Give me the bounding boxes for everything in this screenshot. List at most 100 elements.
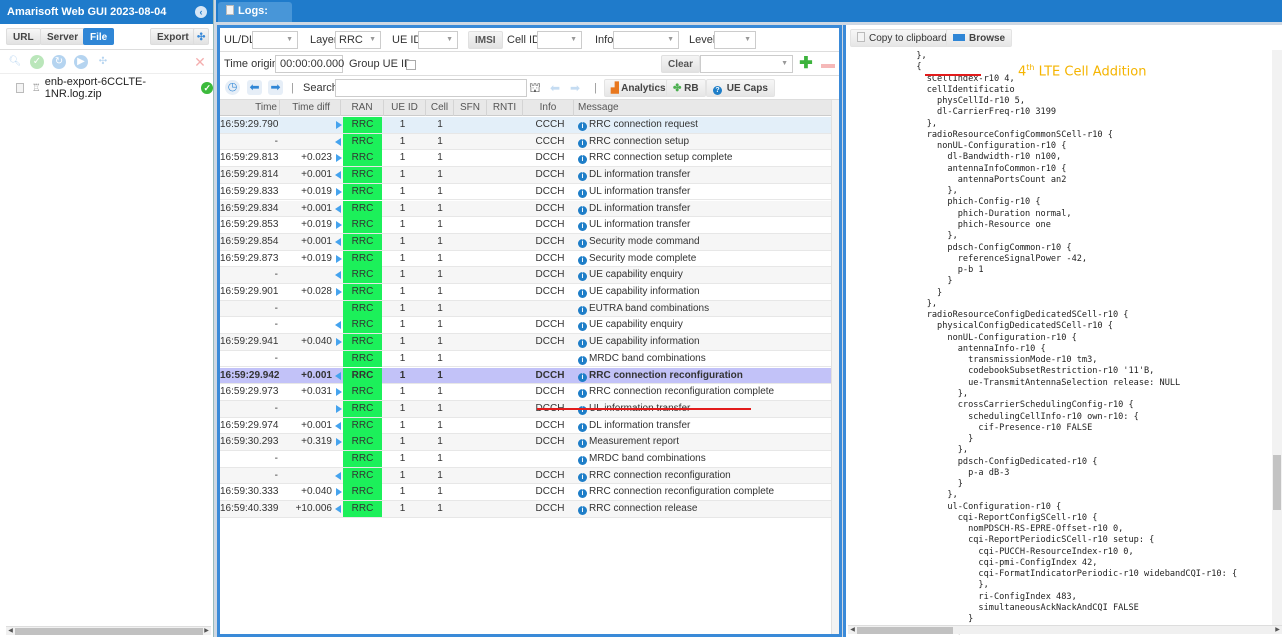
scroll-left-icon[interactable]: ◀ bbox=[848, 626, 857, 635]
info-icon[interactable]: i bbox=[578, 205, 587, 215]
table-row[interactable]: 16:59:29.833 +0.019 RRC 1 1 DCCH i UL informati… bbox=[220, 183, 831, 201]
export-button[interactable]: Export bbox=[150, 28, 196, 45]
check-icon[interactable]: ✓ bbox=[30, 55, 44, 69]
time-origin-input[interactable]: 00:00:00.000 bbox=[275, 55, 344, 73]
scroll-right-icon[interactable]: ▶ bbox=[1273, 626, 1282, 635]
uldl-select[interactable]: ▼ bbox=[252, 31, 298, 49]
table-row[interactable]: 16:59:29.873 +0.019 RRC 1 1 DCCH i Security mod… bbox=[220, 250, 831, 268]
info-icon[interactable]: i bbox=[578, 322, 587, 332]
next-arrow-icon[interactable]: ➡ bbox=[268, 80, 283, 95]
table-row[interactable]: - RRC 1 1 DCCH i UE capability enquiry bbox=[220, 317, 831, 335]
col-info[interactable]: Info bbox=[523, 100, 574, 116]
link-icon[interactable]: ✣ bbox=[96, 55, 110, 69]
file-button[interactable]: File bbox=[83, 28, 115, 45]
scroll-left-icon[interactable]: ◀ bbox=[6, 627, 15, 636]
col-time[interactable]: Time bbox=[220, 100, 280, 116]
info-icon[interactable]: i bbox=[578, 305, 587, 315]
level-select[interactable]: ▼ bbox=[714, 31, 756, 49]
table-row[interactable]: - RRC 1 1 i MRDC band combinations bbox=[220, 350, 831, 368]
remove-filter-icon[interactable] bbox=[821, 64, 835, 68]
clear-button[interactable]: Clear bbox=[661, 55, 701, 73]
table-row-selected[interactable]: 16:59:29.942 +0.001 RRC 1 1 DCCH i RRC connecti… bbox=[220, 367, 831, 385]
cellid-select[interactable]: ▼ bbox=[537, 31, 582, 49]
search-prev-icon[interactable]: ⬅ bbox=[550, 81, 560, 95]
table-row[interactable]: 16:59:29.813 +0.023 RRC 1 1 DCCH i RRC connecti… bbox=[220, 150, 831, 168]
search-input[interactable] bbox=[335, 79, 527, 97]
table-row[interactable]: 16:59:29.853 +0.019 RRC 1 1 DCCH i UL informati… bbox=[220, 217, 831, 234]
scroll-thumb[interactable] bbox=[1273, 455, 1281, 510]
layer-select[interactable]: RRC ▼ bbox=[335, 31, 381, 49]
clock-icon[interactable]: ◷ bbox=[225, 80, 240, 95]
clear-filter-select[interactable]: ▼ bbox=[700, 55, 793, 73]
info-icon[interactable]: i bbox=[578, 272, 587, 282]
table-row[interactable]: 16:59:29.941 +0.040 RRC 1 1 DCCH i UE capabilit… bbox=[220, 334, 831, 351]
table-row[interactable]: - RRC 1 1 i MRDC band combinations bbox=[220, 451, 831, 468]
scroll-thumb[interactable] bbox=[15, 628, 203, 635]
table-row[interactable]: 16:59:29.854 +0.001 RRC 1 1 DCCH i Security mod… bbox=[220, 233, 831, 251]
info-icon[interactable]: i bbox=[578, 456, 587, 465]
binoculars-icon[interactable]: ⛫ bbox=[529, 80, 541, 98]
info-icon[interactable]: i bbox=[578, 389, 587, 399]
refresh-icon[interactable]: ↻ bbox=[52, 55, 66, 69]
table-row[interactable]: 16:59:30.333 +0.040 RRC 1 1 DCCH i RRC connecti… bbox=[220, 484, 831, 502]
col-time-diff[interactable]: Time diff bbox=[280, 100, 341, 116]
col-message[interactable]: Message bbox=[574, 100, 831, 116]
table-row[interactable]: 16:59:30.293 +0.319 RRC 1 1 DCCH i Measurement … bbox=[220, 434, 831, 451]
url-button[interactable]: URL bbox=[6, 28, 41, 45]
table-row[interactable]: 16:59:29.790 RRC 1 1 CCCH i RRC connection req… bbox=[220, 117, 831, 134]
table-row[interactable]: 16:59:40.339 +10.006 RRC 1 1 DCCH i RRC connect… bbox=[220, 501, 831, 518]
imsi-button[interactable]: IMSI bbox=[468, 31, 503, 49]
info-icon[interactable]: i bbox=[578, 138, 587, 148]
info-icon[interactable]: i bbox=[578, 372, 587, 382]
detail-horizontal-scrollbar[interactable]: ◀ ▶ bbox=[848, 625, 1282, 634]
search-next-icon[interactable]: ➡ bbox=[570, 81, 580, 95]
col-rnti[interactable]: RNTI bbox=[487, 100, 523, 116]
prev-arrow-icon[interactable]: ⬅ bbox=[247, 80, 262, 95]
info-icon[interactable]: i bbox=[578, 238, 587, 248]
collapse-panel-icon[interactable]: ‹ bbox=[195, 6, 207, 18]
info-icon[interactable]: i bbox=[578, 489, 587, 499]
col-sfn[interactable]: SFN bbox=[454, 100, 487, 116]
table-vertical-scrollbar[interactable] bbox=[831, 100, 839, 634]
ueid-select[interactable]: ▼ bbox=[418, 31, 458, 49]
browse-button[interactable]: Browse bbox=[946, 29, 1013, 47]
tab-logs[interactable]: Logs: 2513 bbox=[218, 2, 292, 36]
info-icon[interactable]: i bbox=[578, 506, 587, 516]
col-ran[interactable]: RAN bbox=[341, 100, 384, 116]
server-button[interactable]: Server bbox=[40, 28, 86, 45]
add-filter-icon[interactable]: ✚ bbox=[799, 56, 813, 72]
left-horizontal-scrollbar[interactable]: ◀ ▶ bbox=[6, 626, 211, 635]
info-icon[interactable]: i bbox=[578, 472, 587, 482]
table-row[interactable]: - RRC 1 1 i EUTRA band combinations bbox=[220, 300, 831, 318]
copy-clipboard-button[interactable]: Copy to clipboard bbox=[850, 29, 954, 47]
analytics-button[interactable]: ▟ Analytics bbox=[604, 79, 673, 97]
play-icon[interactable]: ▶ bbox=[74, 55, 88, 69]
detail-vertical-scrollbar[interactable] bbox=[1272, 50, 1282, 625]
table-row[interactable]: - RRC 1 1 DCCH i RRC connection reconfiguratio… bbox=[220, 467, 831, 485]
info-icon[interactable]: i bbox=[578, 122, 587, 131]
delete-icon[interactable]: ✕ bbox=[193, 55, 207, 69]
table-row[interactable]: - RRC 1 1 DCCH i UE capability enquiry bbox=[220, 267, 831, 284]
info-icon[interactable]: i bbox=[578, 222, 587, 232]
info-icon[interactable]: i bbox=[578, 289, 587, 298]
table-row[interactable]: 16:59:29.974 +0.001 RRC 1 1 DCCH i DL informati… bbox=[220, 417, 831, 435]
table-row[interactable]: 16:59:29.901 +0.028 RRC 1 1 DCCH i UE capabilit… bbox=[220, 284, 831, 301]
group-ueid-checkbox[interactable] bbox=[406, 60, 416, 70]
info-icon[interactable]: i bbox=[578, 172, 587, 182]
info-icon[interactable]: i bbox=[578, 188, 587, 198]
col-ue-id[interactable]: UE ID bbox=[384, 100, 426, 116]
info-icon[interactable]: i bbox=[578, 422, 587, 432]
file-item[interactable]: ♖ enb-export-6CCLTE-1NR.log.zip ✓ bbox=[16, 76, 213, 100]
info-select[interactable]: ▼ bbox=[613, 31, 679, 49]
info-icon[interactable]: i bbox=[578, 355, 587, 365]
uecaps-button[interactable]: ? UE Caps bbox=[706, 79, 775, 97]
settings-icon[interactable]: ✣ bbox=[193, 28, 210, 45]
info-icon[interactable]: i bbox=[578, 339, 587, 349]
table-row[interactable]: 16:59:29.814 +0.001 RRC 1 1 DCCH i DL informati… bbox=[220, 167, 831, 184]
table-row[interactable]: - RRC 1 1 CCCH i RRC connection setup bbox=[220, 133, 831, 151]
search-icon[interactable]: 🔍︎ bbox=[8, 55, 22, 69]
scroll-thumb[interactable] bbox=[857, 627, 953, 634]
scroll-right-icon[interactable]: ▶ bbox=[202, 627, 211, 636]
info-icon[interactable]: i bbox=[578, 255, 587, 265]
table-row[interactable]: 16:59:29.834 +0.001 RRC 1 1 DCCH i DL informati… bbox=[220, 200, 831, 218]
